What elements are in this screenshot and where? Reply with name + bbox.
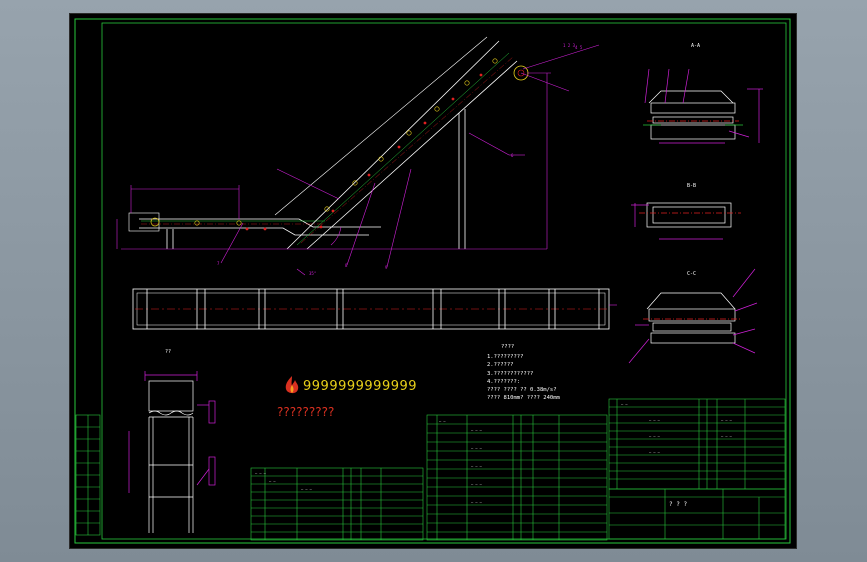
svg-text:— —: — — [269, 479, 276, 483]
watermark-text: 9999999999999 [303, 379, 418, 394]
title-block-name: ? ? ? [669, 501, 688, 508]
dimension-ticks: 1 2 34 5 67 8 935° [217, 43, 583, 276]
watermark-subtext: ????????? [277, 405, 335, 419]
section-view-top [643, 68, 763, 144]
svg-text:1 2 3: 1 2 3 [563, 43, 576, 48]
svg-text:35°: 35° [309, 271, 316, 276]
svg-text:— — —: — — — [471, 446, 483, 450]
svg-text:— — —: — — — [649, 434, 661, 438]
svg-text:6: 6 [511, 153, 514, 158]
section-view-middle [631, 202, 741, 240]
outer-frame [74, 18, 791, 544]
cad-drawing: 1 2 34 5 67 8 935° — — —— —— — — — —— — … [74, 18, 791, 544]
parts-list-right [426, 414, 608, 541]
end-view-label: ?? [165, 349, 172, 355]
watermark-flame-icon [285, 376, 299, 394]
cad-viewport[interactable]: 1 2 34 5 678 9 35° — — — — — — — — — — —… [69, 13, 797, 549]
parts-list-far [608, 398, 786, 490]
svg-text:— — —: — — — [649, 418, 661, 422]
section-view-bottom [628, 268, 758, 364]
section-c-label: C-C [687, 271, 697, 277]
svg-text:— — —: — — — [471, 500, 483, 504]
note-line: 2.?????? [487, 362, 514, 369]
svg-text:— — —: — — — [471, 482, 483, 486]
plan-view [132, 288, 617, 330]
svg-text:— — —: — — — [471, 464, 483, 468]
svg-text:— — —: — — — [721, 434, 733, 438]
note-line: 3.???????????? [487, 370, 534, 377]
title-block [608, 488, 786, 540]
left-margin-table [75, 414, 101, 536]
note-line: 4.???????: [487, 378, 521, 385]
note-line: 1.????????? [487, 354, 524, 361]
note-line: ???? 810mm? ???? 240mm [487, 395, 560, 402]
dimension-lines [116, 44, 600, 276]
parts-list-left [250, 467, 424, 541]
svg-text:4 5: 4 5 [575, 45, 583, 50]
svg-text:— — —: — — — [471, 428, 483, 432]
svg-text:— — —: — — — [721, 418, 733, 422]
section-a-label: A-A [691, 43, 701, 49]
svg-text:— — —: — — — [649, 450, 661, 454]
note-line: ???? ???? ?? 0.38m/s? [487, 387, 557, 394]
conveyor-elevation [128, 36, 529, 250]
svg-text:— —: — — [439, 419, 446, 423]
svg-text:7: 7 [217, 261, 220, 266]
svg-text:— — —: — — — [301, 487, 313, 491]
section-b-label: B-B [687, 183, 697, 189]
notes-title: ???? [501, 344, 515, 350]
svg-text:— — —: — — — [255, 471, 267, 475]
svg-text:— —: — — [621, 402, 628, 406]
technical-notes: ???? 1.????????? 2.?????? 3.????????????… [487, 343, 560, 402]
end-view [128, 371, 216, 533]
